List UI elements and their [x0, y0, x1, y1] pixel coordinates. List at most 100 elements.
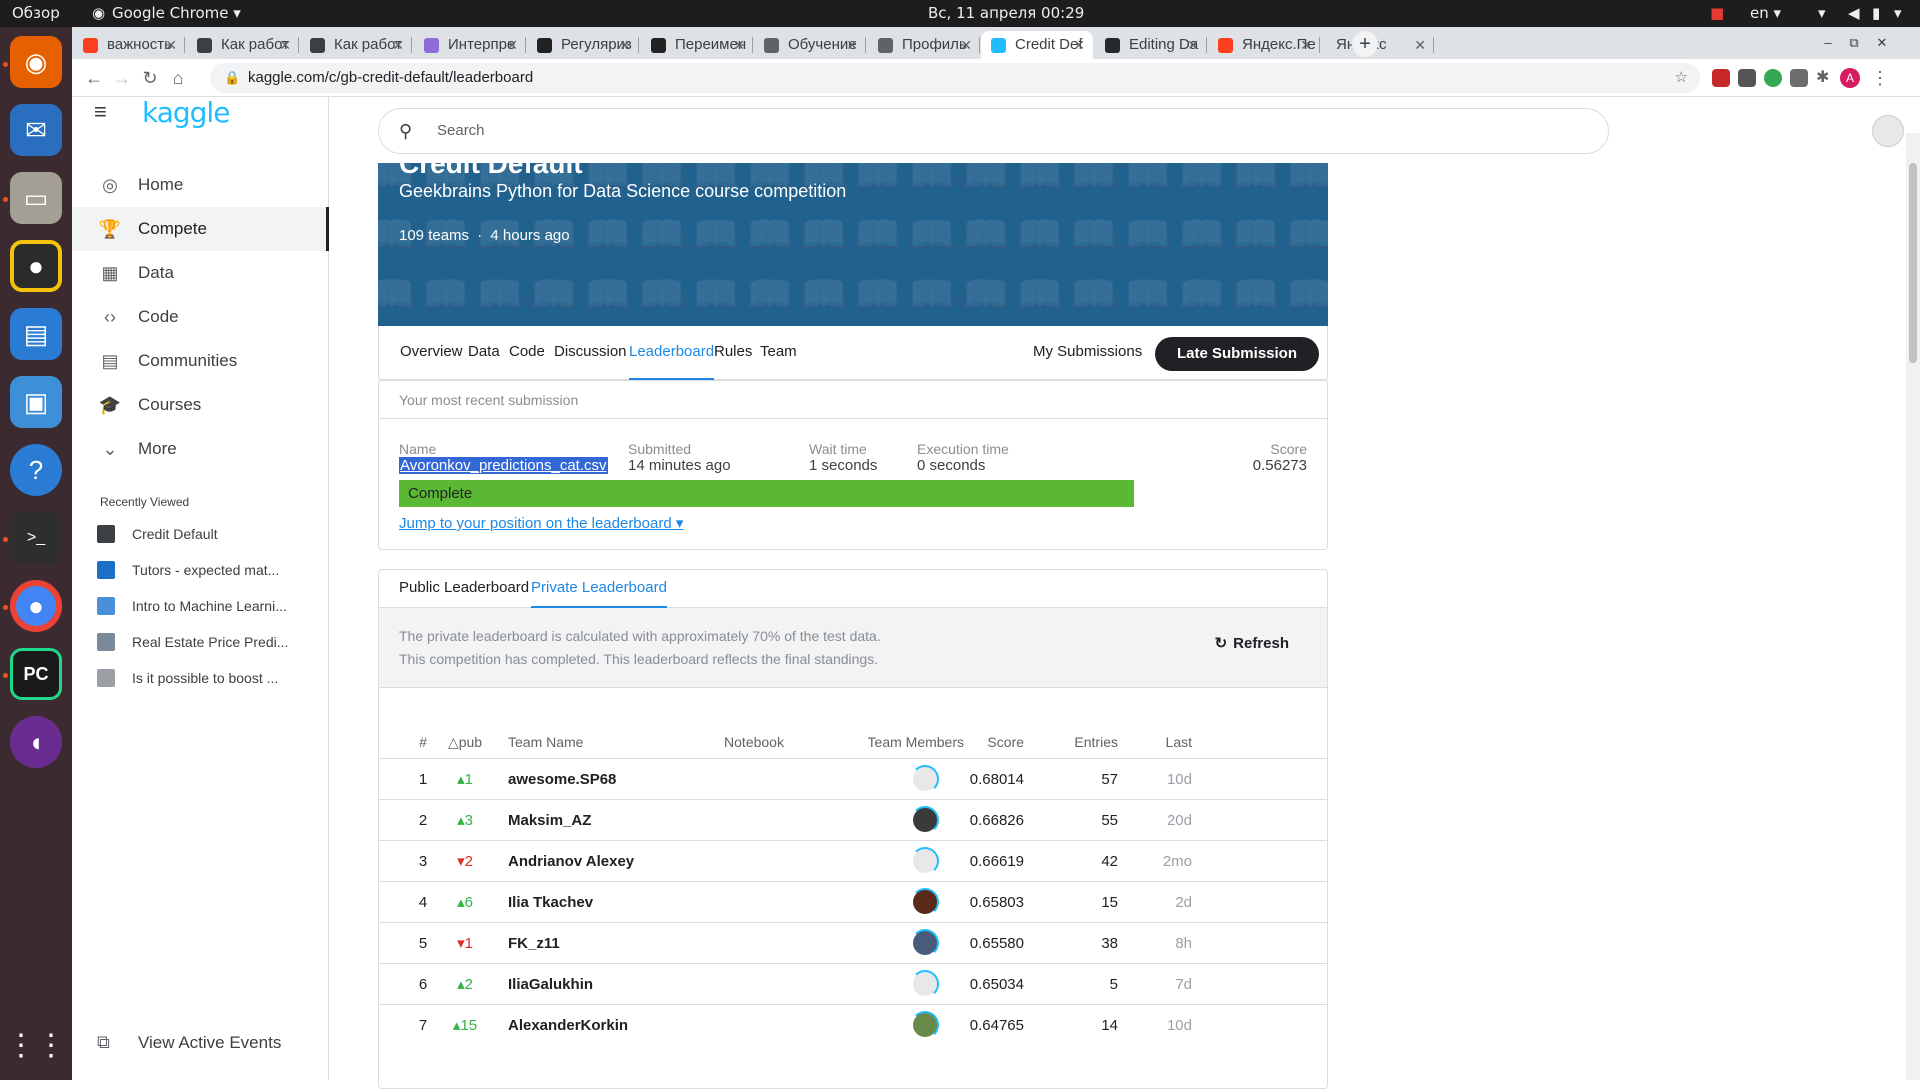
- recent-item[interactable]: Is it possible to boost ...: [97, 663, 317, 693]
- search-input[interactable]: ⚲ Search: [378, 108, 1609, 154]
- tab-close-icon[interactable]: ✕: [846, 31, 858, 59]
- mail-indicator-icon[interactable]: ■: [1710, 0, 1724, 27]
- tab-close-icon[interactable]: ✕: [1414, 31, 1426, 59]
- table-row[interactable]: 4 ▴6 Ilia Tkachev 0.65803 15 2d: [379, 881, 1327, 922]
- browser-tab[interactable]: Профиль ✕: [868, 31, 980, 59]
- table-row[interactable]: 6 ▴2 IliaGalukhin 0.65034 5 7d: [379, 963, 1327, 1004]
- submission-filename[interactable]: Avoronkov_predictions_cat.csv: [399, 457, 608, 474]
- browser-tab[interactable]: Как работ ✕: [187, 31, 299, 59]
- user-avatar[interactable]: [1872, 115, 1904, 147]
- tab-close-icon[interactable]: ✕: [1300, 31, 1312, 59]
- tor-icon[interactable]: ◖: [10, 716, 62, 768]
- browser-tab[interactable]: важность ✕: [73, 31, 185, 59]
- forward-icon[interactable]: →: [110, 66, 134, 90]
- browser-tab[interactable]: Интерпре ✕: [414, 31, 526, 59]
- tab-overview[interactable]: Overview: [400, 326, 463, 380]
- tab-data[interactable]: Data: [468, 326, 500, 380]
- rhythmbox-icon[interactable]: ●: [10, 240, 62, 292]
- tab-private-leaderboard[interactable]: Private Leaderboard: [531, 570, 667, 608]
- table-row[interactable]: 3 ▾2 Andrianov Alexey 0.66619 42 2mo: [379, 840, 1327, 881]
- sidebar-item-home[interactable]: ◎ Home: [72, 163, 329, 207]
- help-icon[interactable]: ?: [10, 444, 62, 496]
- late-submission-button[interactable]: Late Submission: [1154, 337, 1319, 371]
- tab-close-icon[interactable]: ✕: [960, 31, 972, 59]
- sidebar-item-more[interactable]: ⌄ More: [72, 427, 329, 471]
- tab-close-icon[interactable]: ✕: [392, 31, 404, 59]
- tab-close-icon[interactable]: ✕: [1073, 31, 1085, 59]
- team-name[interactable]: IliaGalukhin: [508, 964, 688, 1005]
- browser-tab[interactable]: Editing Da ✕: [1095, 31, 1207, 59]
- column-header[interactable]: △pub: [443, 734, 487, 751]
- app-grid-icon[interactable]: ⋮⋮: [6, 1019, 66, 1071]
- bookmark-star-icon[interactable]: ☆: [1675, 63, 1688, 93]
- avatar[interactable]: [911, 847, 939, 875]
- clock[interactable]: Вс, 11 апреля 00:29: [928, 0, 1084, 27]
- tab-close-icon[interactable]: ✕: [506, 31, 518, 59]
- address-bar[interactable]: 🔒 kaggle.com/c/gb-credit-default/leaderb…: [210, 63, 1700, 93]
- sidebar-item-data[interactable]: ▦ Data: [72, 251, 329, 295]
- profile-avatar[interactable]: A: [1840, 68, 1860, 88]
- team-name[interactable]: AlexanderKorkin: [508, 1005, 688, 1046]
- table-row[interactable]: 7 ▴15 AlexanderKorkin 0.64765 14 10d: [379, 1004, 1327, 1045]
- tab-code[interactable]: Code: [509, 326, 545, 380]
- table-row[interactable]: 2 ▴3 Maksim_AZ 0.66826 55 20d: [379, 799, 1327, 840]
- extension-icon[interactable]: [1712, 69, 1730, 87]
- avatar[interactable]: [911, 970, 939, 998]
- column-header[interactable]: Last: [1109, 734, 1192, 750]
- avatar[interactable]: [911, 929, 939, 957]
- browser-tab[interactable]: Яндекс✕: [1322, 31, 1434, 59]
- browser-tab[interactable]: Обучение ✕: [754, 31, 866, 59]
- table-row[interactable]: 5 ▾1 FK_z11 0.65580 38 8h: [379, 922, 1327, 963]
- browser-tab[interactable]: Регуляриз ✕: [527, 31, 639, 59]
- table-row[interactable]: 1 ▴1 awesome.SP68 0.68014 57 10d: [379, 758, 1327, 799]
- software-center-icon[interactable]: ▣: [10, 376, 62, 428]
- firefox-icon[interactable]: ◉: [10, 36, 62, 88]
- wifi-icon[interactable]: ▾: [1818, 0, 1826, 27]
- tab-team[interactable]: Team: [760, 326, 797, 380]
- column-header[interactable]: #: [413, 734, 433, 750]
- language-selector[interactable]: en ▾: [1750, 0, 1781, 27]
- tab-close-icon[interactable]: ✕: [165, 31, 177, 59]
- tab-public-leaderboard[interactable]: Public Leaderboard: [399, 570, 529, 608]
- tab-close-icon[interactable]: ✕: [1187, 31, 1199, 59]
- tab-close-icon[interactable]: ✕: [733, 31, 745, 59]
- column-header[interactable]: Team Name: [508, 734, 688, 750]
- extension-icon[interactable]: [1738, 69, 1756, 87]
- kaggle-logo[interactable]: kaggle: [142, 96, 230, 129]
- terminal-icon[interactable]: >_: [10, 512, 62, 564]
- sidebar-item-code[interactable]: ‹› Code: [72, 295, 329, 339]
- tab-close-icon[interactable]: ✕: [279, 31, 291, 59]
- extension-icon[interactable]: [1764, 69, 1782, 87]
- view-active-events-link[interactable]: ⧉ View Active Events: [97, 1032, 281, 1053]
- menu-icon[interactable]: ⋮: [1868, 66, 1892, 90]
- hamburger-icon[interactable]: ≡: [94, 99, 107, 125]
- page-scrollbar[interactable]: [1906, 133, 1920, 1080]
- tab-rules[interactable]: Rules: [714, 326, 752, 380]
- reload-icon[interactable]: ↻: [138, 66, 162, 90]
- chrome-dock-icon[interactable]: ●: [10, 580, 62, 632]
- column-header[interactable]: Team Members: [834, 734, 964, 750]
- avatar[interactable]: [911, 1011, 939, 1039]
- browser-tab[interactable]: Credit Def ✕: [981, 31, 1093, 59]
- window-minimize-icon[interactable]: –: [1818, 33, 1838, 53]
- column-header[interactable]: Entries: [1034, 734, 1118, 750]
- home-icon[interactable]: ⌂: [166, 66, 190, 90]
- back-icon[interactable]: ←: [82, 66, 106, 90]
- activities-button[interactable]: Обзор: [12, 0, 60, 27]
- puzzle-icon[interactable]: ✱: [1816, 69, 1834, 87]
- battery-icon[interactable]: ▮: [1872, 0, 1880, 27]
- recent-item[interactable]: Real Estate Price Predi...: [97, 627, 317, 657]
- pycharm-icon[interactable]: PC: [10, 648, 62, 700]
- browser-tab[interactable]: Как работ ✕: [300, 31, 412, 59]
- avatar[interactable]: [911, 806, 939, 834]
- new-tab-button[interactable]: +: [1352, 31, 1378, 57]
- column-header[interactable]: Notebook: [679, 734, 829, 750]
- volume-icon[interactable]: ◀: [1848, 0, 1860, 27]
- team-name[interactable]: FK_z11: [508, 923, 688, 964]
- team-name[interactable]: Ilia Tkachev: [508, 882, 688, 923]
- refresh-button[interactable]: ↻ Refresh: [1215, 634, 1289, 652]
- browser-tab[interactable]: Яндекс.Пе ✕: [1208, 31, 1320, 59]
- sidebar-item-communities[interactable]: ▤ Communities: [72, 339, 329, 383]
- window-restore-icon[interactable]: ⧉: [1844, 33, 1864, 53]
- writer-icon[interactable]: ▤: [10, 308, 62, 360]
